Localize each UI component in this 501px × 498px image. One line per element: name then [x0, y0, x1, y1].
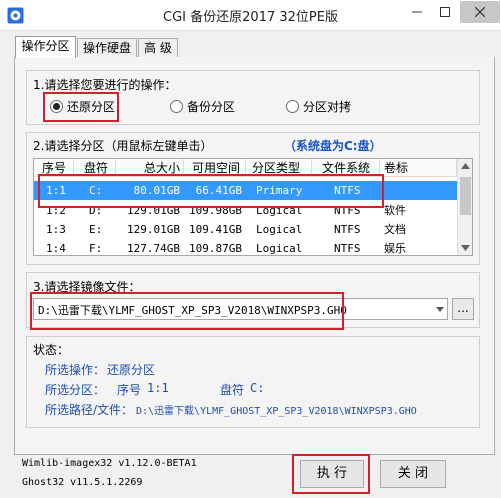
cell-drive: C: [89, 184, 103, 197]
minimize-button[interactable] [404, 1, 430, 23]
table-row[interactable]: 1:2 D: 129.01GB 109.98GB Logical NTFS 软件 [34, 201, 457, 220]
tab-disk[interactable]: 操作硬盘 [77, 38, 137, 58]
status-path-label: 所选路径/文件： [45, 403, 134, 417]
cell-type: Logical [256, 242, 303, 255]
status-partition-label: 所选分区： [45, 383, 106, 397]
maximize-button[interactable] [432, 1, 458, 23]
radio-copy-label: 分区对拷 [303, 100, 352, 114]
chevron-down-icon[interactable] [436, 307, 444, 312]
cell-free: 109.87GB [189, 242, 242, 255]
cell-label: 文档 [384, 223, 406, 236]
col-header-fs[interactable]: 文件系统 [312, 159, 380, 177]
cell-free: 66.41GB [195, 184, 242, 197]
status-operation-value: 还原分区 [107, 363, 156, 377]
radio-backup-label: 备份分区 [187, 100, 236, 114]
cell-total: 129.01GB [127, 223, 180, 236]
partition-table: 序号 盘符 总大小 可用空间 分区类型 文件系统 卷标 1:1 C: 80.01… [33, 158, 473, 256]
cell-free: 109.41GB [189, 223, 242, 236]
image-file-prompt: 3.请选择镜像文件： [33, 280, 141, 294]
col-header-total[interactable]: 总大小 [116, 159, 184, 177]
status-drive-label: 盘符 [220, 383, 245, 397]
scroll-down-icon[interactable] [461, 245, 470, 251]
radio-restore-label: 还原分区 [67, 100, 116, 114]
cell-drive: D: [89, 204, 103, 217]
partition-prompt: 2.请选择分区（用鼠标左键单击） [33, 139, 213, 153]
cell-type: Logical [256, 204, 303, 217]
close-window-button[interactable] [460, 1, 500, 23]
table-row[interactable]: 1:3 E: 129.01GB 109.41GB Logical NTFS 文档 [34, 220, 457, 239]
image-file-value: D:\迅雷下载\YLMF_GHOST_XP_SP3_V2018\WINXPSP3… [38, 304, 347, 317]
status-path-value: D:\迅雷下载\YLMF_GHOST_XP_SP3_V2018\WINXPSP3… [136, 406, 417, 417]
cell-fs: NTFS [334, 204, 361, 217]
cell-free: 109.98GB [189, 204, 242, 217]
tab-partition[interactable]: 操作分区 [15, 36, 76, 58]
browse-button[interactable]: ... [452, 298, 474, 320]
execute-button[interactable]: 执 行 [300, 460, 364, 488]
cell-fs: NTFS [334, 242, 361, 255]
maximize-icon [440, 7, 450, 17]
close-button[interactable]: 关 闭 [380, 460, 446, 488]
cell-index: 1:1 [46, 184, 66, 197]
radio-copy[interactable]: 分区对拷 [286, 97, 376, 115]
radio-restore-indicator [50, 100, 63, 113]
cell-index: 1:4 [46, 242, 66, 255]
table-row[interactable]: 1:1 C: 80.01GB 66.41GB Primary NTFS [34, 181, 457, 200]
scrollbar-thumb[interactable] [460, 177, 471, 215]
table-row[interactable]: 1:4 F: 127.74GB 109.87GB Logical NTFS 娱乐 [34, 239, 457, 255]
cell-index: 1:3 [46, 223, 66, 236]
scroll-up-icon[interactable] [461, 163, 470, 169]
cell-drive: F: [89, 242, 103, 255]
status-operation-label: 所选操作： [45, 363, 106, 377]
radio-backup[interactable]: 备份分区 [170, 97, 260, 115]
minimize-icon [412, 11, 422, 13]
wimlib-version: Wimlib-imagex32 v1.12.0-BETA1 [22, 458, 197, 469]
cell-drive: E: [89, 223, 103, 236]
cell-fs: NTFS [334, 223, 361, 236]
radio-restore[interactable]: 还原分区 [50, 97, 140, 115]
status-title: 状态： [33, 343, 70, 357]
status-seq-label: 序号 [117, 383, 142, 397]
cell-label: 软件 [384, 204, 406, 217]
cell-index: 1:2 [46, 204, 66, 217]
radio-backup-indicator [170, 100, 183, 113]
tab-advanced[interactable]: 高 级 [138, 38, 178, 58]
close-icon [474, 6, 486, 18]
system-disk-note: （系统盘为C:盘） [284, 139, 382, 153]
cell-total: 129.01GB [127, 204, 180, 217]
cell-label: 娱乐 [384, 242, 406, 255]
radio-copy-indicator [286, 100, 299, 113]
cell-type: Logical [256, 223, 303, 236]
col-header-type[interactable]: 分区类型 [246, 159, 312, 177]
cell-type: Primary [256, 184, 303, 197]
cell-total: 80.01GB [133, 184, 180, 197]
col-header-free[interactable]: 可用空间 [184, 159, 246, 177]
status-seq-value: 1:1 [147, 381, 169, 395]
col-header-drive[interactable]: 盘符 [74, 159, 116, 177]
table-scrollbar[interactable] [457, 159, 472, 255]
operation-prompt: 1.请选择您要进行的操作： [33, 78, 177, 92]
ghost-version: Ghost32 v11.5.1.2269 [22, 477, 143, 488]
col-header-index[interactable]: 序号 [34, 159, 74, 177]
cell-total: 127.74GB [127, 242, 180, 255]
status-drive-value: C: [250, 381, 265, 395]
image-file-combo[interactable]: D:\迅雷下载\YLMF_GHOST_XP_SP3_V2018\WINXPSP3… [33, 298, 448, 320]
cell-fs: NTFS [334, 184, 361, 197]
col-header-label[interactable]: 卷标 [380, 159, 457, 177]
